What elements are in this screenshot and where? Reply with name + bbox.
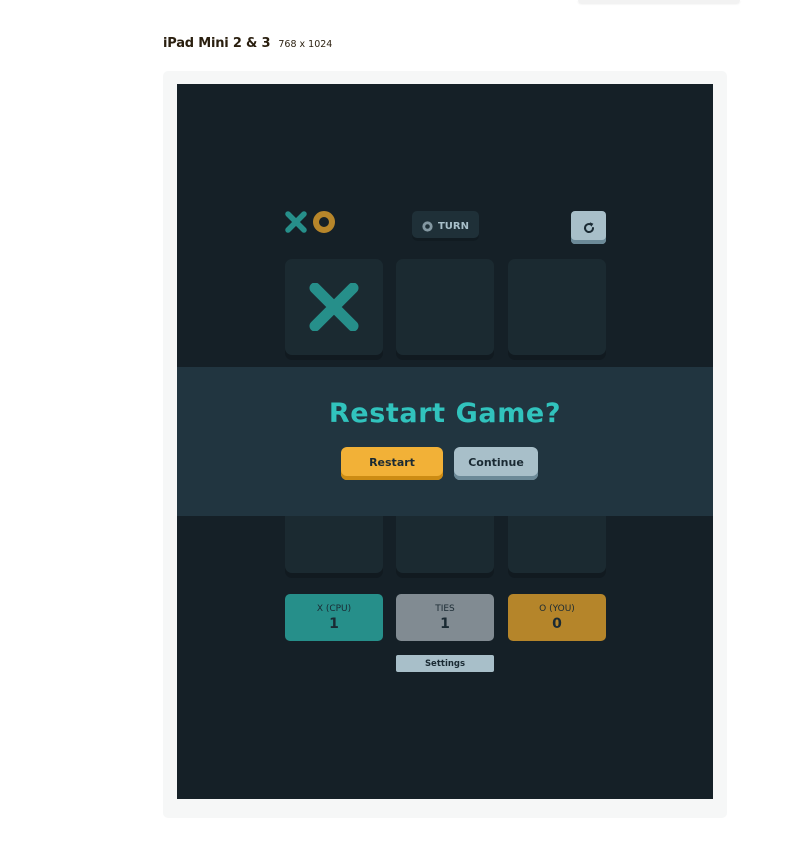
x-mark-icon bbox=[309, 283, 359, 331]
device-label: iPad Mini 2 & 3 768 x 1024 bbox=[163, 36, 332, 51]
score-o-you: O (YOU) 0 bbox=[508, 594, 606, 641]
score-ties: TIES 1 bbox=[396, 594, 494, 641]
score-label: O (YOU) bbox=[539, 603, 575, 614]
continue-button[interactable]: Continue bbox=[454, 447, 538, 480]
score-value: 1 bbox=[329, 615, 339, 632]
o-mark-icon bbox=[422, 220, 433, 232]
turn-indicator: TURN bbox=[412, 211, 479, 241]
device-dimensions: 768 x 1024 bbox=[278, 39, 333, 50]
top-card-edge bbox=[578, 0, 740, 3]
board-cell-1[interactable] bbox=[285, 259, 383, 355]
score-value: 0 bbox=[552, 615, 562, 632]
restart-icon-button[interactable] bbox=[571, 211, 606, 244]
device-name: iPad Mini 2 & 3 bbox=[163, 36, 271, 51]
turn-label: TURN bbox=[437, 220, 469, 232]
board-cell-3[interactable] bbox=[508, 259, 606, 355]
score-value: 1 bbox=[440, 615, 450, 632]
xo-logo-icon bbox=[285, 211, 335, 233]
refresh-icon bbox=[583, 221, 594, 233]
modal-title: Restart Game? bbox=[328, 398, 562, 429]
settings-button[interactable]: Settings bbox=[396, 655, 494, 672]
score-label: TIES bbox=[435, 603, 455, 614]
restart-button[interactable]: Restart bbox=[341, 447, 443, 480]
game-screen: TURN X (CPU) 1 TIES 1 O (YOU) 0 Settings… bbox=[177, 84, 713, 799]
score-label: X (CPU) bbox=[316, 603, 352, 614]
score-x-cpu: X (CPU) 1 bbox=[285, 594, 383, 641]
board-cell-2[interactable] bbox=[396, 259, 494, 355]
restart-modal: Restart Game? Restart Continue bbox=[177, 367, 713, 516]
